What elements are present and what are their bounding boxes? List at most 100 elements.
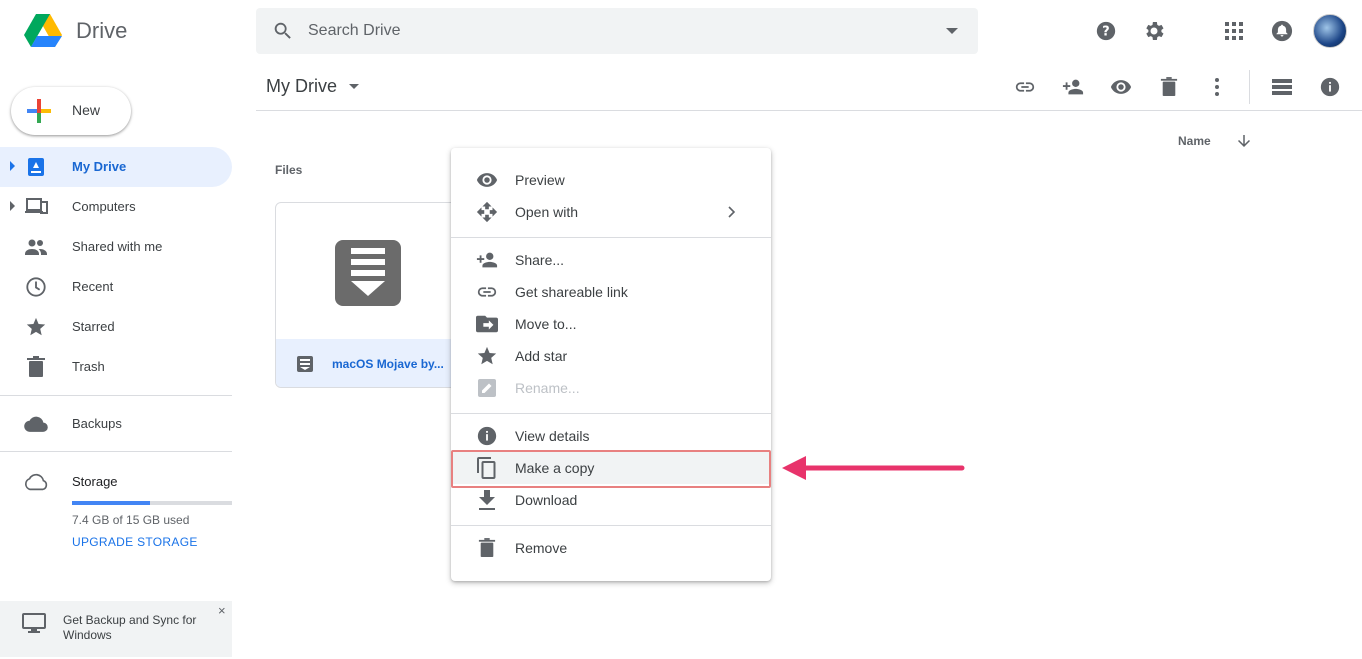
sidebar-divider xyxy=(0,395,232,396)
storage-progress-bar xyxy=(72,501,232,505)
archive-download-icon xyxy=(335,240,401,306)
arrow-down-icon[interactable] xyxy=(1235,132,1253,150)
menu-item-label: Remove xyxy=(515,540,568,556)
chevron-right-icon xyxy=(728,206,736,218)
menu-item-download[interactable]: Download xyxy=(451,484,771,516)
search-icon[interactable] xyxy=(272,20,294,42)
cloud-outline-icon xyxy=(24,470,48,494)
menu-item-make-a-copy[interactable]: Make a copy xyxy=(451,452,771,484)
trash-icon[interactable] xyxy=(1157,75,1181,99)
menu-divider xyxy=(451,237,771,238)
monitor-icon xyxy=(22,613,46,633)
menu-item-share[interactable]: Share... xyxy=(451,244,771,276)
star-icon xyxy=(475,344,499,368)
settings-gear-icon[interactable] xyxy=(1141,18,1167,44)
sidebar-item-label: Shared with me xyxy=(72,239,163,254)
backup-sync-banner[interactable]: Get Backup and Sync for Windows × xyxy=(0,601,232,657)
menu-item-label: Rename... xyxy=(515,380,580,396)
sidebar: New My Drive Computers Shared with me Re… xyxy=(0,64,240,659)
menu-item-label: View details xyxy=(515,428,590,444)
copy-icon xyxy=(475,456,499,480)
new-button[interactable]: New xyxy=(11,87,131,135)
chevron-down-icon xyxy=(349,84,359,89)
sidebar-item-label: Backups xyxy=(72,416,122,431)
drive-logo[interactable]: Drive xyxy=(24,14,127,48)
notifications-bell-icon[interactable] xyxy=(1269,18,1295,44)
context-menu: Preview Open with Share... Get shareable… xyxy=(451,148,771,581)
sidebar-item-label: Starred xyxy=(72,319,115,334)
sort-by-name[interactable]: Name xyxy=(1178,134,1211,148)
list-view-icon[interactable] xyxy=(1270,75,1294,99)
clock-icon xyxy=(24,275,48,299)
menu-item-rename: Rename... xyxy=(451,372,771,404)
sidebar-item-trash[interactable]: Trash xyxy=(0,347,232,387)
my-drive-icon xyxy=(24,155,48,179)
file-thumbnail xyxy=(276,203,474,339)
sidebar-item-recent[interactable]: Recent xyxy=(0,267,232,307)
sidebar-item-computers[interactable]: Computers xyxy=(0,187,232,227)
search-input[interactable] xyxy=(308,20,908,42)
menu-item-label: Open with xyxy=(515,204,579,220)
banner-text: Get Backup and Sync for Windows xyxy=(63,613,197,642)
file-card[interactable]: macOS Mojave by... xyxy=(275,202,475,388)
expand-caret-icon[interactable] xyxy=(10,161,15,171)
trash-icon xyxy=(24,355,48,379)
shared-people-icon xyxy=(24,235,48,259)
page-title-dropdown[interactable]: My Drive xyxy=(266,76,359,97)
link-icon[interactable] xyxy=(1013,75,1037,99)
person-add-icon[interactable] xyxy=(1061,75,1085,99)
apps-grid-icon[interactable] xyxy=(1221,18,1247,44)
menu-item-preview[interactable]: Preview xyxy=(451,164,771,196)
star-icon xyxy=(24,315,48,339)
eye-icon[interactable] xyxy=(1109,75,1133,99)
svg-text:?: ? xyxy=(1102,25,1109,40)
drive-app: Drive ? Ne xyxy=(0,0,1362,659)
menu-item-add-star[interactable]: Add star xyxy=(451,340,771,372)
file-type-icon xyxy=(297,356,313,372)
menu-item-move-to[interactable]: Move to... xyxy=(451,308,771,340)
rename-icon xyxy=(475,376,499,400)
storage-progress-fill xyxy=(72,501,151,505)
sidebar-item-label: Trash xyxy=(72,359,105,374)
sidebar-item-label: Recent xyxy=(72,279,114,294)
files-section-label: Files xyxy=(275,163,303,177)
sidebar-item-label: My Drive xyxy=(72,159,127,174)
computers-icon xyxy=(24,195,48,219)
toolbar-divider xyxy=(256,110,1362,111)
expand-caret-icon[interactable] xyxy=(10,201,15,211)
file-name-bar: macOS Mojave by... xyxy=(276,339,474,387)
link-icon xyxy=(475,280,499,304)
move-arrows-icon xyxy=(475,200,499,224)
app-name: Drive xyxy=(76,18,128,43)
drive-logo-icon xyxy=(24,14,62,47)
search-bar[interactable] xyxy=(256,8,978,54)
close-icon[interactable]: × xyxy=(218,603,226,618)
upgrade-storage-link[interactable]: UPGRADE STORAGE xyxy=(72,535,198,549)
menu-item-label: Download xyxy=(515,492,578,508)
menu-item-view-details[interactable]: View details xyxy=(451,420,771,452)
sidebar-item-storage[interactable]: Storage xyxy=(0,462,232,502)
help-icon[interactable]: ? xyxy=(1093,18,1119,44)
top-bar: Drive ? xyxy=(0,0,1362,64)
info-icon[interactable] xyxy=(1318,75,1342,99)
menu-item-open-with[interactable]: Open with xyxy=(451,196,771,228)
menu-item-label: Get shareable link xyxy=(515,284,628,300)
sidebar-item-shared-with-me[interactable]: Shared with me xyxy=(0,227,232,267)
storage-used-text: 7.4 GB of 15 GB used xyxy=(72,513,190,527)
account-avatar[interactable] xyxy=(1313,14,1347,48)
toolbar-divider xyxy=(1249,70,1250,104)
sidebar-item-my-drive[interactable]: My Drive xyxy=(0,147,232,187)
download-icon xyxy=(475,488,499,512)
sidebar-item-backups[interactable]: Backups xyxy=(0,404,232,444)
more-vert-icon[interactable] xyxy=(1205,75,1229,99)
plus-icon xyxy=(27,99,51,123)
folder-move-icon xyxy=(475,312,499,336)
menu-item-label: Move to... xyxy=(515,316,577,332)
menu-item-label: Make a copy xyxy=(515,460,595,476)
menu-item-remove[interactable]: Remove xyxy=(451,532,771,564)
search-options-icon[interactable] xyxy=(946,28,958,34)
sidebar-item-starred[interactable]: Starred xyxy=(0,307,232,347)
menu-divider xyxy=(451,525,771,526)
menu-divider xyxy=(451,413,771,414)
menu-item-get-shareable-link[interactable]: Get shareable link xyxy=(451,276,771,308)
